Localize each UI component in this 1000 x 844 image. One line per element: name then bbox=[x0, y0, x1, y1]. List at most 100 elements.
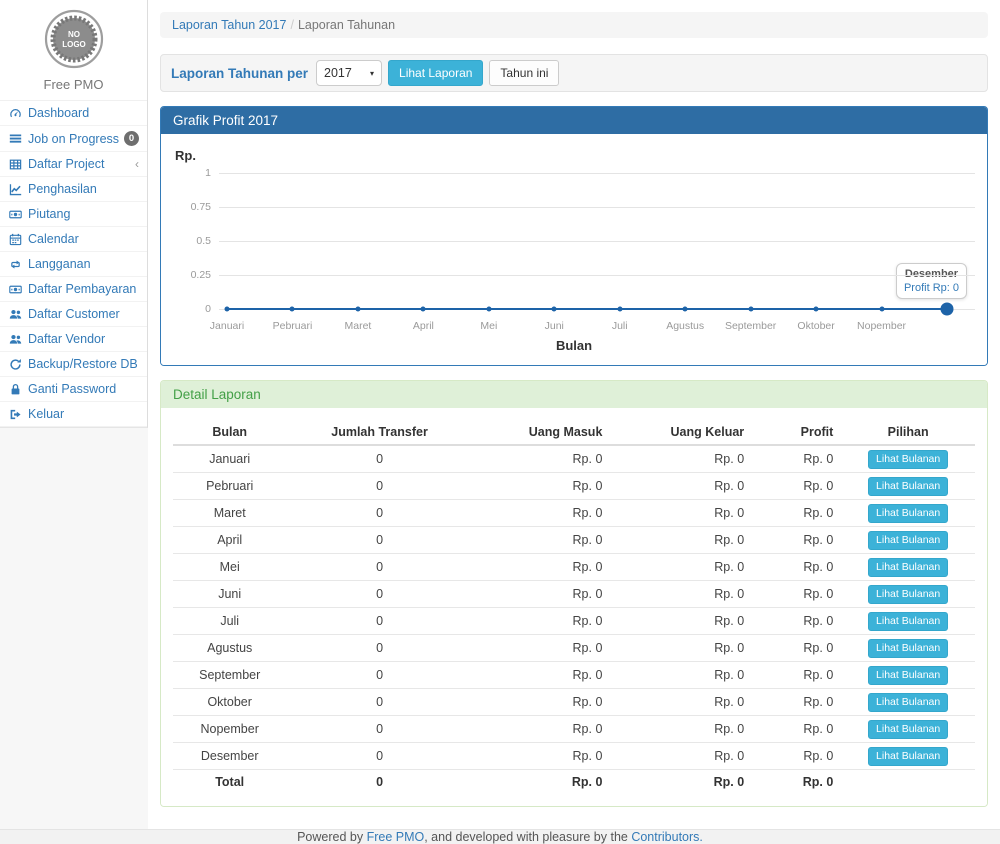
main-content: Laporan Tahun 2017/Laporan Tahunan Lapor… bbox=[148, 0, 1000, 829]
table-row: September0Rp. 0Rp. 0Rp. 0Lihat Bulanan bbox=[173, 662, 975, 689]
sidebar-item-backup-restore-db[interactable]: Backup/Restore DB bbox=[0, 352, 147, 377]
breadcrumb-current: Laporan Tahunan bbox=[298, 18, 395, 32]
sidebar-item-label: Langganan bbox=[28, 257, 91, 271]
table-cell: 0 bbox=[286, 770, 472, 795]
chart-tooltip-title: Desember bbox=[904, 268, 959, 280]
table-cell: 0 bbox=[286, 581, 472, 608]
sidebar-item-penghasilan[interactable]: Penghasilan bbox=[0, 177, 147, 202]
report-filter-bar: Laporan Tahunan per 2017 ▾ Lihat Laporan… bbox=[160, 54, 988, 92]
chart-gridline bbox=[219, 173, 975, 174]
sidebar-item-label: Job on Progress bbox=[28, 132, 119, 146]
lihat-bulanan-button[interactable]: Lihat Bulanan bbox=[868, 531, 948, 550]
breadcrumb-link[interactable]: Laporan Tahun 2017 bbox=[172, 18, 286, 32]
sidebar-item-daftar-customer[interactable]: Daftar Customer bbox=[0, 302, 147, 327]
chart-point-oktober[interactable] bbox=[814, 307, 819, 312]
chart-x-tick: Pebruari bbox=[273, 320, 313, 332]
table-row: Mei0Rp. 0Rp. 0Rp. 0Lihat Bulanan bbox=[173, 554, 975, 581]
table-cell: Rp. 0 bbox=[473, 689, 611, 716]
table-cell: Rp. 0 bbox=[610, 445, 752, 473]
footer-link-freepmo[interactable]: Free PMO bbox=[367, 830, 425, 844]
lihat-bulanan-button[interactable]: Lihat Bulanan bbox=[868, 504, 948, 523]
table-cell: 0 bbox=[286, 743, 472, 770]
chart-point-agustus[interactable] bbox=[683, 307, 688, 312]
filter-label: Laporan Tahunan per bbox=[171, 66, 308, 81]
table-row: Oktober0Rp. 0Rp. 0Rp. 0Lihat Bulanan bbox=[173, 689, 975, 716]
chart-point-april[interactable] bbox=[421, 307, 426, 312]
sidebar-item-label: Backup/Restore DB bbox=[28, 357, 138, 371]
users-icon bbox=[8, 333, 23, 346]
column-header: Bulan bbox=[173, 420, 286, 445]
table-action-cell bbox=[841, 770, 975, 795]
chart-point-maret[interactable] bbox=[355, 307, 360, 312]
chart-point-nopember[interactable] bbox=[879, 307, 884, 312]
chart-point-juni[interactable] bbox=[552, 307, 557, 312]
table-row: Pebruari0Rp. 0Rp. 0Rp. 0Lihat Bulanan bbox=[173, 473, 975, 500]
money-icon bbox=[8, 283, 23, 296]
sidebar-item-daftar-project[interactable]: Daftar Project‹ bbox=[0, 152, 147, 177]
table-action-cell: Lihat Bulanan bbox=[841, 662, 975, 689]
sidebar-item-label: Daftar Project bbox=[28, 157, 104, 171]
svg-text:NO: NO bbox=[68, 30, 80, 39]
year-select[interactable]: 2017 ▾ bbox=[316, 60, 382, 86]
table-cell: Agustus bbox=[173, 635, 286, 662]
lihat-bulanan-button[interactable]: Lihat Bulanan bbox=[868, 639, 948, 658]
table-cell: Rp. 0 bbox=[610, 608, 752, 635]
table-cell: Rp. 0 bbox=[610, 527, 752, 554]
sidebar-item-job-on-progress[interactable]: Job on Progress0 bbox=[0, 126, 147, 152]
chart-point-september[interactable] bbox=[748, 307, 753, 312]
lihat-bulanan-button[interactable]: Lihat Bulanan bbox=[868, 585, 948, 604]
lihat-bulanan-button[interactable]: Lihat Bulanan bbox=[868, 666, 948, 685]
chart-point-januari[interactable] bbox=[225, 307, 230, 312]
chart-point-pebruari[interactable] bbox=[290, 307, 295, 312]
table-cell: Rp. 0 bbox=[473, 743, 611, 770]
chart-gridline bbox=[219, 207, 975, 208]
lihat-laporan-button[interactable]: Lihat Laporan bbox=[388, 60, 483, 86]
lihat-bulanan-button[interactable]: Lihat Bulanan bbox=[868, 612, 948, 631]
sidebar-item-ganti-password[interactable]: Ganti Password bbox=[0, 377, 147, 402]
sidebar-item-piutang[interactable]: Piutang bbox=[0, 202, 147, 227]
sidebar-item-daftar-pembayaran[interactable]: Daftar Pembayaran bbox=[0, 277, 147, 302]
footer-link-contributors[interactable]: Contributors. bbox=[631, 830, 703, 844]
lihat-bulanan-button[interactable]: Lihat Bulanan bbox=[868, 477, 948, 496]
table-action-cell: Lihat Bulanan bbox=[841, 608, 975, 635]
table-cell: Rp. 0 bbox=[752, 743, 841, 770]
lihat-bulanan-button[interactable]: Lihat Bulanan bbox=[868, 720, 948, 739]
tahun-ini-button[interactable]: Tahun ini bbox=[489, 60, 559, 86]
money-icon bbox=[8, 208, 23, 221]
lihat-bulanan-button[interactable]: Lihat Bulanan bbox=[868, 558, 948, 577]
breadcrumb: Laporan Tahun 2017/Laporan Tahunan bbox=[160, 12, 988, 38]
profit-line-chart: Desember Profit Rp: 0 10.750.50.250 bbox=[173, 167, 975, 317]
chart-point-desember[interactable] bbox=[941, 303, 954, 316]
sidebar-item-label: Ganti Password bbox=[28, 382, 116, 396]
table-action-cell: Lihat Bulanan bbox=[841, 743, 975, 770]
sidebar-item-daftar-vendor[interactable]: Daftar Vendor bbox=[0, 327, 147, 352]
sidebar-item-keluar[interactable]: Keluar bbox=[0, 402, 147, 427]
table-cell: Juni bbox=[173, 581, 286, 608]
lihat-bulanan-button[interactable]: Lihat Bulanan bbox=[868, 450, 948, 469]
table-cell: Rp. 0 bbox=[473, 770, 611, 795]
lihat-bulanan-button[interactable]: Lihat Bulanan bbox=[868, 747, 948, 766]
table-cell: Rp. 0 bbox=[610, 581, 752, 608]
table-cell: Rp. 0 bbox=[752, 608, 841, 635]
table-cell: Pebruari bbox=[173, 473, 286, 500]
table-action-cell: Lihat Bulanan bbox=[841, 473, 975, 500]
sidebar-item-langganan[interactable]: Langganan bbox=[0, 252, 147, 277]
table-cell: Total bbox=[173, 770, 286, 795]
table-cell: Rp. 0 bbox=[473, 554, 611, 581]
lihat-bulanan-button[interactable]: Lihat Bulanan bbox=[868, 693, 948, 712]
chart-point-mei[interactable] bbox=[486, 307, 491, 312]
table-cell: Rp. 0 bbox=[473, 635, 611, 662]
page: NO LOGO Free PMO DashboardJob on Progres… bbox=[0, 0, 1000, 819]
chart-point-juli[interactable] bbox=[617, 307, 622, 312]
sidebar-item-calendar[interactable]: Calendar bbox=[0, 227, 147, 252]
table-cell: Rp. 0 bbox=[610, 635, 752, 662]
table-cell: Rp. 0 bbox=[473, 716, 611, 743]
sidebar-item-dashboard[interactable]: Dashboard bbox=[0, 101, 147, 126]
column-header: Pilihan bbox=[841, 420, 975, 445]
table-total-row: Total0Rp. 0Rp. 0Rp. 0 bbox=[173, 770, 975, 795]
chart-x-tick: September bbox=[725, 320, 776, 332]
column-header: Jumlah Transfer bbox=[286, 420, 472, 445]
chart-panel-title: Grafik Profit 2017 bbox=[161, 107, 987, 134]
table-action-cell: Lihat Bulanan bbox=[841, 527, 975, 554]
footer: Powered by Free PMO, and developed with … bbox=[0, 829, 1000, 844]
